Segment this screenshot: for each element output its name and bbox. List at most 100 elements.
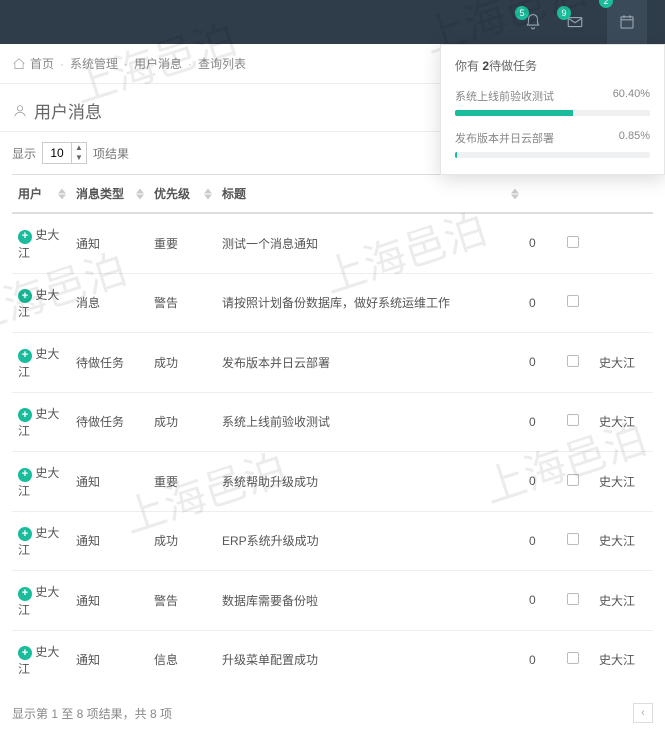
calendar-icon[interactable]: 2 [607, 0, 647, 44]
checkbox[interactable] [567, 533, 579, 545]
table-row[interactable]: + 史大江消息警告请按照计划备份数据库，做好系统运维工作0 [12, 273, 653, 333]
footer-info-text: 显示第 1 至 8 项结果，共 8 项 [12, 705, 172, 722]
cell-priority: 成功 [148, 511, 216, 571]
checkbox[interactable] [567, 414, 579, 426]
progress-bar [455, 152, 650, 158]
crumb-home[interactable]: 首页 [30, 55, 54, 72]
cell-type: 待做任务 [70, 392, 148, 452]
cell-priority: 警告 [148, 273, 216, 333]
cell-priority: 重要 [148, 452, 216, 512]
cell-title: 测试一个消息通知 [216, 213, 523, 273]
cell-owner: 史大江 [593, 571, 653, 631]
cell-type: 通知 [70, 213, 148, 273]
cell-type: 消息 [70, 273, 148, 333]
length-label: 显示 [12, 145, 36, 162]
expand-icon[interactable]: + [18, 289, 32, 303]
col-title[interactable]: 标题 [216, 175, 523, 214]
cell-type: 通知 [70, 571, 148, 631]
table-row[interactable]: + 史大江通知警告数据库需要备份啦0史大江 [12, 571, 653, 631]
cell-count: 0 [523, 511, 553, 571]
home-icon [12, 57, 26, 71]
col-owner[interactable] [593, 175, 653, 214]
checkbox[interactable] [567, 474, 579, 486]
separator: · [124, 57, 128, 71]
task-pct: 60.40% [613, 88, 650, 104]
bell-icon[interactable]: 5 [523, 12, 543, 32]
user-icon [12, 103, 28, 119]
cell-title: 发布版本并日云部署 [216, 333, 523, 393]
table-row[interactable]: + 史大江待做任务成功发布版本并日云部署0史大江 [12, 333, 653, 393]
task-name: 发布版本并日云部署 [455, 130, 554, 146]
cell-priority: 成功 [148, 392, 216, 452]
table-row[interactable]: + 史大江通知信息升级菜单配置成功0史大江 [12, 630, 653, 689]
spin-down-icon[interactable]: ▼ [72, 153, 86, 163]
cell-type: 通知 [70, 452, 148, 512]
cell-title: 系统帮助升级成功 [216, 452, 523, 512]
cell-owner: 史大江 [593, 333, 653, 393]
crumb-msg[interactable]: 用户消息 [134, 55, 182, 72]
cell-title: 升级菜单配置成功 [216, 630, 523, 689]
task-pct: 0.85% [619, 130, 650, 146]
cell-priority: 成功 [148, 333, 216, 393]
expand-icon[interactable]: + [18, 230, 32, 244]
cell-owner [593, 273, 653, 333]
length-select[interactable]: ▲ ▼ [42, 142, 87, 164]
table-row[interactable]: + 史大江通知重要测试一个消息通知0 [12, 213, 653, 273]
mail-icon[interactable]: 9 [565, 12, 585, 32]
cell-type: 通知 [70, 511, 148, 571]
length-unit: 项结果 [93, 145, 129, 162]
separator: · [60, 57, 64, 71]
crumb-list[interactable]: 查询列表 [198, 55, 246, 72]
badge: 2 [599, 0, 613, 8]
col-priority[interactable]: 优先级 [148, 175, 216, 214]
checkbox[interactable] [567, 652, 579, 664]
expand-icon[interactable]: + [18, 587, 32, 601]
cell-owner: 史大江 [593, 511, 653, 571]
expand-icon[interactable]: + [18, 468, 32, 482]
pager-prev[interactable]: ‹ [633, 703, 653, 723]
expand-icon[interactable]: + [18, 646, 32, 660]
task-item[interactable]: 发布版本并日云部署 0.85% [455, 130, 650, 158]
cell-count: 0 [523, 333, 553, 393]
cell-title: 数据库需要备份啦 [216, 571, 523, 631]
sort-icon [58, 188, 66, 199]
progress-bar [455, 110, 650, 116]
spin-up-icon[interactable]: ▲ [72, 143, 86, 153]
expand-icon[interactable]: + [18, 527, 32, 541]
col-user[interactable]: 用户 [12, 175, 70, 214]
col-count[interactable] [523, 175, 553, 214]
task-name: 系统上线前验收测试 [455, 88, 554, 104]
cell-title: 系统上线前验收测试 [216, 392, 523, 452]
cell-count: 0 [523, 392, 553, 452]
messages-table: 用户 消息类型 优先级 标题 + 史大江通知重要测试一个消息通知0+ 史大江消息… [12, 174, 653, 689]
sort-icon [136, 188, 144, 199]
cell-priority: 重要 [148, 213, 216, 273]
checkbox[interactable] [567, 593, 579, 605]
checkbox[interactable] [567, 236, 579, 248]
topbar-icons: 5 9 2 [523, 0, 657, 44]
col-check[interactable] [553, 175, 593, 214]
sort-icon [511, 188, 519, 199]
badge: 5 [515, 6, 529, 20]
cell-count: 0 [523, 213, 553, 273]
expand-icon[interactable]: + [18, 349, 32, 363]
cell-owner: 史大江 [593, 630, 653, 689]
col-label: 消息类型 [76, 187, 124, 201]
expand-icon[interactable]: + [18, 408, 32, 422]
table-row[interactable]: + 史大江通知重要系统帮助升级成功0史大江 [12, 452, 653, 512]
cell-count: 0 [523, 452, 553, 512]
cell-title: ERP系统升级成功 [216, 511, 523, 571]
cell-count: 0 [523, 571, 553, 631]
crumb-sys[interactable]: 系统管理 [70, 55, 118, 72]
col-type[interactable]: 消息类型 [70, 175, 148, 214]
cell-title: 请按照计划备份数据库，做好系统运维工作 [216, 273, 523, 333]
table-row[interactable]: + 史大江通知成功ERP系统升级成功0史大江 [12, 511, 653, 571]
table-row[interactable]: + 史大江待做任务成功系统上线前验收测试0史大江 [12, 392, 653, 452]
popover-suffix: 待做任务 [489, 59, 537, 73]
task-item[interactable]: 系统上线前验收测试 60.40% [455, 88, 650, 116]
checkbox[interactable] [567, 295, 579, 307]
checkbox[interactable] [567, 355, 579, 367]
footer: 显示第 1 至 8 项结果，共 8 项 ‹ [0, 689, 665, 737]
cell-owner: 史大江 [593, 452, 653, 512]
length-input[interactable] [43, 146, 71, 160]
